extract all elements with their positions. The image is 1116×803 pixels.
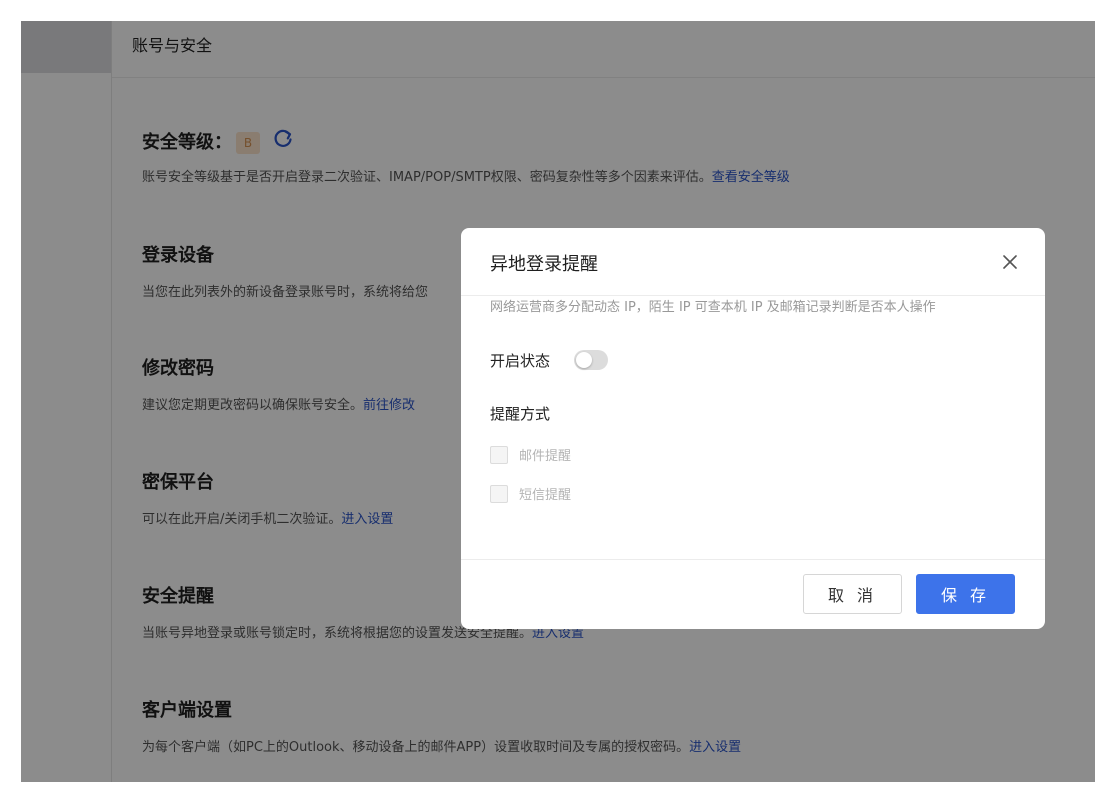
dialog-footer: 取 消 保 存: [461, 559, 1045, 629]
enable-status-toggle[interactable]: [574, 350, 609, 370]
email-alert-label: 邮件提醒: [519, 449, 572, 464]
sms-alert-label: 短信提醒: [519, 488, 572, 503]
close-icon[interactable]: [1001, 253, 1019, 271]
dialog-note: 网络运营商多分配动态 IP，陌生 IP 可查本机 IP 及邮箱记录判断是否本人操…: [490, 300, 936, 315]
remote-login-alert-dialog: 异地登录提醒 网络运营商多分配动态 IP，陌生 IP 可查本机 IP 及邮箱记录…: [461, 228, 1045, 629]
enable-status-label: 开启状态: [490, 351, 551, 370]
enable-status-row: 开启状态: [490, 348, 609, 372]
email-alert-checkbox[interactable]: [490, 445, 508, 464]
cancel-button[interactable]: 取 消: [803, 574, 902, 614]
email-alert-option[interactable]: 邮件提醒: [490, 445, 571, 464]
dialog-title: 异地登录提醒: [490, 254, 598, 275]
dialog-header: 异地登录提醒: [461, 228, 1045, 296]
sms-alert-option[interactable]: 短信提醒: [490, 484, 571, 503]
save-button[interactable]: 保 存: [916, 574, 1015, 614]
alert-method-title: 提醒方式: [490, 405, 551, 423]
sms-alert-checkbox[interactable]: [490, 484, 508, 503]
toggle-knob: [576, 352, 593, 368]
